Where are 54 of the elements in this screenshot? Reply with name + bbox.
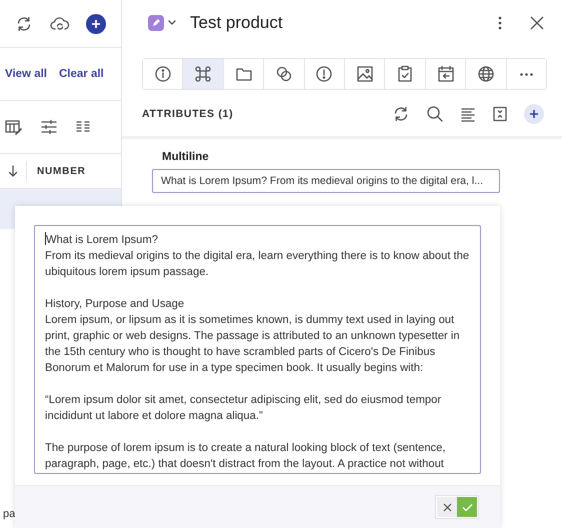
more-vertical-icon	[498, 15, 502, 31]
product-title: Test product	[190, 13, 284, 33]
nodes-icon	[194, 65, 212, 83]
edit-badge-icon[interactable]	[148, 15, 164, 31]
table-cell: pa	[3, 508, 16, 520]
text-line: History, Purpose and Usage	[45, 297, 186, 312]
text-field[interactable]: What is Lorem Ipsum? From its medieval origins to the digital era, l...	[152, 169, 500, 193]
text-line: The purpose of lorem ipsum is to create a natural looking block of text (sentence,	[45, 441, 446, 456]
plus-icon	[529, 109, 539, 119]
list-columns-icon	[75, 120, 91, 134]
cancel-button[interactable]	[437, 497, 457, 517]
alert-icon	[315, 65, 334, 83]
sync-icon	[15, 14, 33, 32]
info-icon	[154, 65, 172, 83]
add-button[interactable]	[86, 14, 106, 34]
tab[interactable]	[143, 59, 184, 89]
close-icon	[530, 16, 544, 30]
refresh-icon	[392, 105, 410, 123]
text-line: ubiquitous lorem ipsum passage.	[45, 265, 210, 280]
list-icon	[460, 106, 476, 122]
clipboard-check-icon	[396, 65, 414, 83]
add-button[interactable]	[524, 104, 544, 124]
globe-icon	[476, 65, 495, 83]
column-header[interactable]: NUMBER	[27, 166, 86, 176]
text-line: paragraph, page, etc.) that doesn't distract from the layout. A practice not without	[45, 457, 445, 472]
image-icon	[356, 65, 374, 83]
text-line: incididunt ut labore et dolore magna aliqua.”	[45, 409, 264, 424]
plus-icon	[91, 18, 101, 28]
text-line: print, graphic or web designs. The passage is attributed to an unknown typesetter in	[45, 329, 461, 344]
more-icon	[520, 72, 533, 76]
calendar-icon	[436, 65, 455, 83]
check-icon	[462, 502, 472, 512]
sliders-icon	[40, 119, 58, 135]
cloud-sync-icon	[50, 14, 70, 32]
pencil-icon	[151, 18, 161, 28]
text-line: What is Lorem Ipsum?	[45, 232, 159, 248]
text-line: Bonorum et Malorum for use in a type specimen book. It usually begins with:	[45, 361, 424, 376]
chevron-down-icon	[168, 20, 176, 26]
circles-icon	[274, 65, 293, 83]
section-title: ATTRIBUTES (1)	[142, 108, 234, 120]
sort-arrow-icon	[8, 165, 18, 177]
text-line: the 15th century who is thought to have scrambled parts of Cicero's De Finibus	[45, 345, 436, 360]
text-line: Lorem ipsum, or lipsum as it is sometimes known, is dummy text used in laying out	[45, 313, 456, 328]
search-icon	[426, 105, 444, 123]
table-edit-icon	[5, 119, 23, 135]
field-label: Multiline	[162, 151, 210, 163]
filter-link[interactable]: Clear all	[58, 68, 104, 80]
text-area[interactable]	[34, 225, 481, 474]
close-icon	[442, 502, 452, 512]
filter-link[interactable]: View all	[5, 68, 47, 80]
text-line: “Lorem ipsum dolor sit amet, consectetur adipiscing elit, sed do eiusmod tempor	[45, 393, 442, 408]
text-line: From its medieval origins to the digital era, learn everything there is to know about the	[45, 249, 470, 264]
collapse-icon	[492, 106, 508, 122]
tab[interactable]	[183, 59, 224, 89]
